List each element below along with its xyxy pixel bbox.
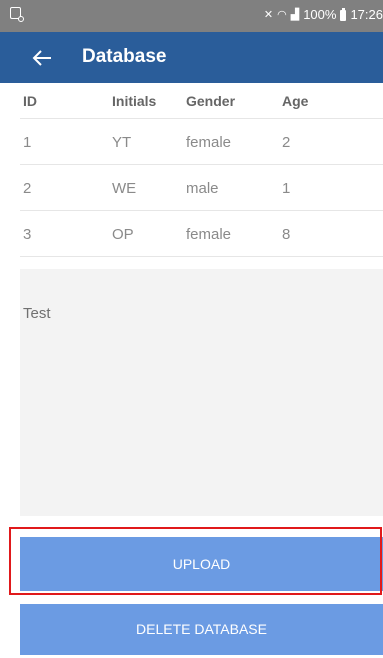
battery-icon [340, 7, 347, 21]
back-button[interactable] [31, 47, 55, 69]
table-row[interactable]: 3 OP female 8 [20, 211, 383, 257]
status-bar: ✕ ◠ ▟ 100% 17:26 [0, 0, 383, 32]
panel-text: Test [23, 305, 51, 322]
delete-database-button[interactable]: DELETE DATABASE [20, 604, 383, 655]
cell-age: 8 [282, 226, 291, 243]
battery-level: 100% [303, 7, 337, 22]
header-gender: Gender [186, 93, 236, 109]
mute-icon: ✕ [263, 9, 274, 21]
cell-age: 2 [282, 134, 291, 151]
cell-id: 1 [23, 134, 32, 151]
table-row[interactable]: 1 YT female 2 [20, 119, 383, 165]
clock: 17:26 [350, 7, 383, 22]
cell-initials: WE [112, 180, 137, 197]
status-icons: ✕ ◠ ▟ 100% 17:26 [263, 7, 383, 22]
arrow-left-icon [32, 50, 51, 66]
app-bar: Database [0, 32, 383, 83]
cell-gender: female [186, 226, 232, 243]
cell-gender: female [186, 134, 232, 151]
table-header-row: ID Initials Gender Age [20, 83, 383, 119]
cell-initials: OP [112, 226, 134, 243]
cell-id: 3 [23, 226, 32, 243]
cell-gender: male [186, 180, 219, 197]
upload-button[interactable]: UPLOAD [20, 537, 383, 591]
table-row[interactable]: 2 WE male 1 [20, 165, 383, 211]
wifi-icon: ◠ [277, 9, 287, 21]
signal-icon: ▟ [290, 9, 300, 21]
screenshot-icon [10, 7, 24, 22]
cell-initials: YT [112, 134, 132, 151]
test-panel: Test [20, 269, 383, 516]
header-initials: Initials [112, 93, 157, 109]
cell-id: 2 [23, 180, 32, 197]
database-table: ID Initials Gender Age 1 YT female 2 2 W… [20, 83, 383, 257]
header-age: Age [282, 93, 309, 109]
page-title: Database [82, 46, 167, 67]
header-id: ID [23, 93, 37, 109]
cell-age: 1 [282, 180, 291, 197]
screen: ✕ ◠ ▟ 100% 17:26 Database ID Initials Ge… [0, 0, 383, 658]
